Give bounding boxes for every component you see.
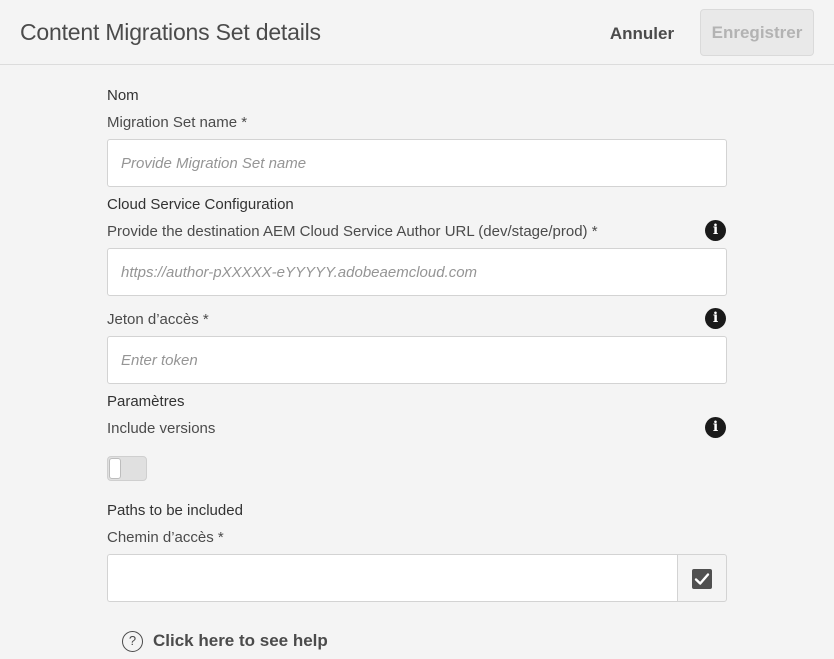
- page-title: Content Migrations Set details: [20, 19, 321, 45]
- cancel-button[interactable]: Annuler: [598, 14, 686, 54]
- author-url-input[interactable]: [107, 248, 727, 296]
- section-heading-name: Nom: [107, 87, 139, 104]
- save-button[interactable]: Enregistrer: [700, 9, 814, 56]
- section-heading-cloud: Cloud Service Configuration: [107, 196, 294, 213]
- migration-set-name-input[interactable]: [107, 139, 727, 187]
- author-url-label: Provide the destination AEM Cloud Servic…: [107, 223, 598, 240]
- info-icon[interactable]: i: [705, 220, 726, 241]
- path-label: Chemin d’accès *: [107, 529, 224, 546]
- path-input[interactable]: [107, 554, 678, 602]
- help-circle-icon: ?: [122, 630, 143, 652]
- help-link[interactable]: ? Click here to see help: [122, 629, 328, 653]
- info-icon[interactable]: i: [705, 308, 726, 329]
- page-header: Content Migrations Set details Annuler E…: [0, 0, 834, 65]
- path-picker-button[interactable]: [677, 554, 727, 602]
- info-icon[interactable]: i: [705, 417, 726, 438]
- access-token-input[interactable]: [107, 336, 727, 384]
- section-heading-paths: Paths to be included: [107, 502, 243, 519]
- section-heading-parameters: Paramètres: [107, 393, 185, 410]
- check-icon: [692, 569, 712, 589]
- include-versions-toggle[interactable]: [107, 456, 147, 481]
- include-versions-label: Include versions: [107, 420, 216, 437]
- help-link-text: Click here to see help: [153, 631, 328, 650]
- migration-set-name-label: Migration Set name *: [107, 114, 248, 131]
- toggle-knob: [109, 458, 121, 479]
- access-token-label: Jeton d’accès *: [107, 311, 209, 328]
